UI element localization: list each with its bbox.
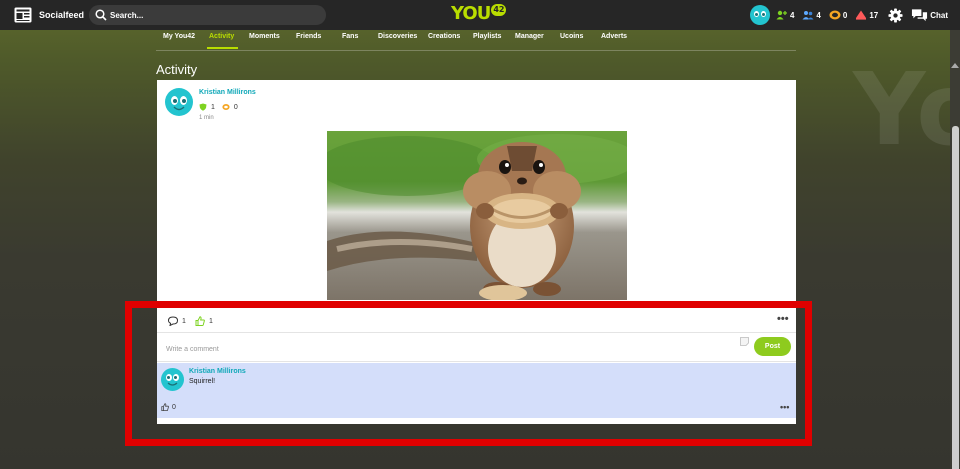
post-author-stats: 1 0: [199, 103, 245, 111]
socialfeed-label: Socialfeed: [39, 10, 85, 20]
socialfeed-button[interactable]: Socialfeed: [14, 0, 84, 30]
tab-ucoins[interactable]: Ucoins: [560, 33, 583, 40]
post-author-avatar[interactable]: [165, 88, 193, 116]
stat-fans[interactable]: 4: [802, 9, 821, 21]
logo-number: 42: [491, 4, 507, 16]
active-tab-indicator: [207, 47, 238, 49]
stat-alerts-value: 17: [869, 10, 879, 20]
highlight-box: [125, 301, 812, 446]
chat-button[interactable]: Chat: [911, 8, 948, 23]
stat-friends-value: 4: [789, 10, 795, 20]
page-scrollbar[interactable]: [950, 30, 960, 469]
topbar-right: 1 4 4 0 17: [749, 0, 948, 30]
chat-label: Chat: [930, 10, 948, 20]
post-author-name[interactable]: Kristian Millirons: [199, 89, 256, 96]
tab-manager[interactable]: Manager: [515, 33, 544, 40]
friends-icon: [776, 10, 787, 20]
user-avatar[interactable]: [749, 5, 770, 25]
scroll-up-arrow-icon[interactable]: [951, 63, 959, 68]
tab-adverts[interactable]: Adverts: [601, 33, 627, 40]
top-bar: Socialfeed Search... YOU42 1 4 4: [0, 0, 960, 30]
tab-playlists[interactable]: Playlists: [473, 33, 501, 40]
stat-ucoins[interactable]: 0: [829, 9, 847, 21]
coin-count: 0: [233, 103, 238, 111]
tab-my-you42[interactable]: My You42: [163, 33, 195, 40]
ucoin-icon: [829, 10, 841, 20]
page-title: Activity: [156, 62, 198, 77]
fans-icon: [802, 11, 814, 20]
newspaper-icon: [14, 7, 32, 23]
search-bar[interactable]: Search...: [89, 5, 326, 25]
tab-fans[interactable]: Fans: [342, 33, 358, 40]
stat-fans-value: 4: [816, 10, 821, 20]
tab-creations[interactable]: Creations: [428, 33, 460, 40]
scrollbar-thumb[interactable]: [952, 126, 959, 469]
gear-icon[interactable]: [888, 7, 903, 23]
stat-friends[interactable]: 4: [776, 9, 794, 21]
you42-logo[interactable]: YOU 42: [451, 3, 507, 24]
search-label: Search...: [110, 10, 144, 20]
logo-text: YOU: [451, 3, 491, 24]
badge-icon: [199, 103, 207, 111]
tab-moments[interactable]: Moments: [249, 33, 280, 40]
tab-discoveries[interactable]: Discoveries: [378, 33, 417, 40]
background-watermark: Yo: [853, 51, 960, 168]
tab-friends[interactable]: Friends: [296, 33, 321, 40]
tab-activity[interactable]: Activity: [209, 33, 234, 40]
stat-ucoins-value: 0: [842, 10, 848, 20]
post-timestamp: 1 min: [199, 115, 214, 121]
post-image-chipmunk[interactable]: [327, 131, 627, 300]
stat-alerts[interactable]: 17: [855, 9, 878, 21]
ucoin-icon: [222, 104, 230, 110]
search-icon: [95, 9, 107, 21]
profile-tabs: My You42 Activity Moments Friends Fans D…: [156, 31, 796, 51]
alert-icon: [856, 10, 867, 20]
badge-count: 1: [211, 103, 215, 111]
chat-icon: [912, 8, 928, 21]
